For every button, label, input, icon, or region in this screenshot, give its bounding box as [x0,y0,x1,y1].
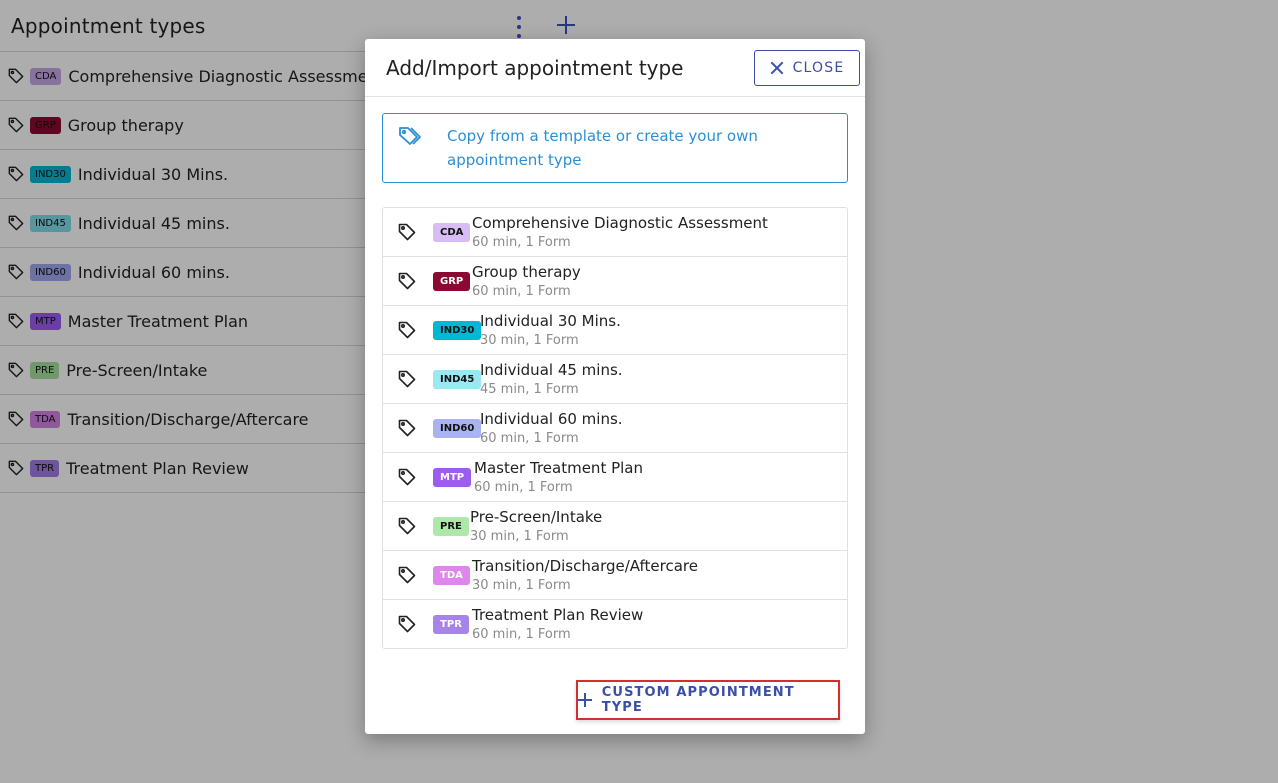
template-badge: GRP [433,272,471,291]
template-badge: IND45 [433,370,482,389]
tag-icon [398,223,416,241]
tag-icon [398,272,416,290]
template-badge: CDA [433,223,471,242]
template-name: Group therapy [472,263,581,281]
template-badge: PRE [433,517,469,536]
tag-icon [398,615,416,633]
template-row[interactable]: IND60 Individual 60 mins. 60 min, 1 Form [383,404,847,453]
template-details: 60 min, 1 Form [474,480,573,495]
template-list: CDA Comprehensive Diagnostic Assessment 60… [382,207,848,649]
plus-icon [578,693,592,707]
template-info-banner: Copy from a template or create your own … [382,113,848,183]
template-row[interactable]: IND30 Individual 30 Mins. 30 min, 1 Form [383,306,847,355]
template-row[interactable]: MTP Master Treatment Plan 60 min, 1 Form [383,453,847,502]
template-row[interactable]: TDA Transition/Discharge/Aftercare 30 min,… [383,551,847,600]
template-details: 60 min, 1 Form [480,431,579,446]
template-name: Pre-Screen/Intake [470,508,603,526]
info-text: Copy from a template or create your own … [447,127,758,169]
template-name: Transition/Discharge/Aftercare [472,557,698,575]
template-details: 60 min, 1 Form [472,284,571,299]
template-details: 30 min, 1 Form [480,333,579,348]
template-row[interactable]: TPR Treatment Plan Review 60 min, 1 Form [383,600,847,648]
tag-icon [398,370,416,388]
custom-button-label: CUSTOM APPOINTMENT TYPE [601,685,795,715]
close-icon [770,61,784,75]
tag-icon [398,321,416,339]
template-badge: TDA [433,566,470,585]
template-badge: IND30 [433,321,482,340]
template-name: Individual 60 mins. [480,410,623,428]
tag-icon [398,468,416,486]
template-badge: MTP [433,468,472,487]
template-details: 30 min, 1 Form [472,578,571,593]
tag-icon [398,419,416,437]
template-details: 60 min, 1 Form [472,235,571,250]
dialog-header: Add/Import appointment type CLOSE [365,39,865,97]
template-row[interactable]: IND45 Individual 45 mins. 45 min, 1 Form [383,355,847,404]
template-details: 60 min, 1 Form [472,627,571,642]
close-button-label: CLOSE [792,60,845,76]
template-badge: TPR [433,615,469,634]
template-name: Individual 30 Mins. [480,312,621,330]
close-button[interactable]: CLOSE [754,50,860,86]
template-row[interactable]: GRP Group therapy 60 min, 1 Form [383,257,847,306]
template-details: 30 min, 1 Form [470,529,569,544]
template-name: Comprehensive Diagnostic Assessment [472,214,768,232]
custom-appointment-type-button[interactable]: CUSTOM APPOINTMENT TYPE [576,680,840,720]
tag-icon [398,566,416,584]
dialog-title: Add/Import appointment type [386,56,684,80]
template-name: Individual 45 mins. [480,361,623,379]
tag-icon [398,517,416,535]
template-name: Treatment Plan Review [472,606,644,624]
template-row[interactable]: PRE Pre-Screen/Intake 30 min, 1 Form [383,502,847,551]
template-row[interactable]: CDA Comprehensive Diagnostic Assessment 60… [383,208,847,257]
template-details: 45 min, 1 Form [480,382,579,397]
template-badge: IND60 [433,419,482,438]
template-name: Master Treatment Plan [474,459,643,477]
add-import-dialog: Add/Import appointment type CLOSE Copy f… [365,39,865,734]
tags-icon [399,127,421,145]
